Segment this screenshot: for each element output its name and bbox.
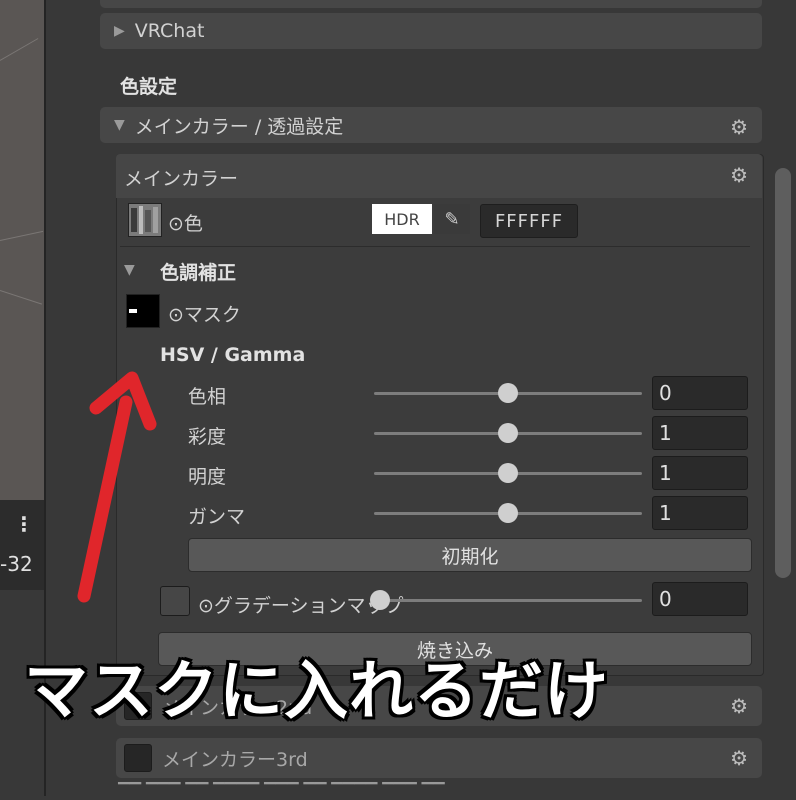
texture-preview-icon: [131, 206, 158, 234]
cut-off-help-text: ▔▔ ▔▔▔ ▔▔ ▔▔▔▔ ▔▔▔ ▔▔ ▔▔▔▔ ▔▔▔ ▔▔: [118, 782, 445, 800]
color-label: ⊙色: [168, 213, 203, 235]
main-color-panel-header: メインカラー ⚙: [116, 154, 762, 198]
main-color-3rd-checkbox[interactable]: [124, 744, 152, 772]
red-arrow-annotation: [77, 371, 157, 603]
overlay-caption: マスクに入れるだけ: [24, 655, 609, 729]
triangle-down-icon: ▼: [114, 117, 125, 133]
side-number: -32: [0, 552, 33, 576]
reset-button[interactable]: 初期化: [188, 538, 752, 572]
mask-label: ⊙マスク: [168, 304, 241, 326]
tone-correction-title[interactable]: 色調補正: [160, 258, 236, 285]
gradient-slider-knob[interactable]: [370, 590, 390, 610]
slider-value-field[interactable]: 1: [652, 416, 748, 450]
slider-label: 明度: [188, 466, 227, 488]
foldout-previous[interactable]: [100, 0, 762, 8]
foldout-vrchat-label: VRChat: [134, 20, 205, 42]
foldout-vrchat[interactable]: ▶ VRChat: [100, 13, 762, 49]
slider-knob[interactable]: [498, 423, 518, 443]
slider-label: ガンマ: [188, 506, 246, 528]
slider-knob[interactable]: [498, 503, 518, 523]
slider-label: 彩度: [188, 426, 227, 448]
mask-preview-icon: [129, 309, 137, 313]
triangle-right-icon: ▶: [114, 23, 125, 39]
color-swatch-hdr[interactable]: HDR: [372, 204, 432, 234]
section-title: 色設定: [120, 76, 178, 98]
scrollbar-thumb[interactable]: [775, 168, 791, 578]
separator: [120, 246, 750, 247]
main-color-3rd-label: メインカラー3rd: [162, 748, 308, 771]
texture-thumbnail[interactable]: [128, 203, 162, 237]
scene-view[interactable]: [0, 0, 44, 500]
gradient-value-field[interactable]: 0: [652, 582, 748, 616]
foldout-main-color[interactable]: ▼ メインカラー / 透過設定 ⚙: [100, 107, 762, 143]
foldout-main-color-label: メインカラー / 透過設定: [134, 115, 344, 138]
panel-title: メインカラー: [124, 168, 239, 190]
eyedropper-icon[interactable]: ✎: [434, 204, 470, 234]
foldout-main-color-3rd[interactable]: メインカラー3rd ⚙: [116, 738, 762, 778]
kebab-menu-icon[interactable]: ⋮: [14, 512, 34, 536]
slider-knob[interactable]: [498, 383, 518, 403]
slider-label: 色相: [188, 386, 227, 408]
slider-value-field[interactable]: 0: [652, 376, 748, 410]
gear-icon[interactable]: ⚙: [730, 115, 748, 139]
gear-icon[interactable]: ⚙: [730, 746, 748, 770]
triangle-down-icon[interactable]: ▼: [124, 262, 135, 278]
gradient-slider-track[interactable]: [374, 599, 642, 602]
slider-value-field[interactable]: 1: [652, 496, 748, 530]
slider-knob[interactable]: [498, 463, 518, 483]
gear-icon[interactable]: ⚙: [730, 694, 748, 718]
gear-icon[interactable]: ⚙: [730, 163, 748, 187]
slider-value-field[interactable]: 1: [652, 456, 748, 490]
hex-color-field[interactable]: FFFFFF: [480, 204, 578, 238]
mask-thumbnail[interactable]: [126, 294, 160, 328]
hsv-gamma-title: HSV / Gamma: [160, 344, 306, 366]
